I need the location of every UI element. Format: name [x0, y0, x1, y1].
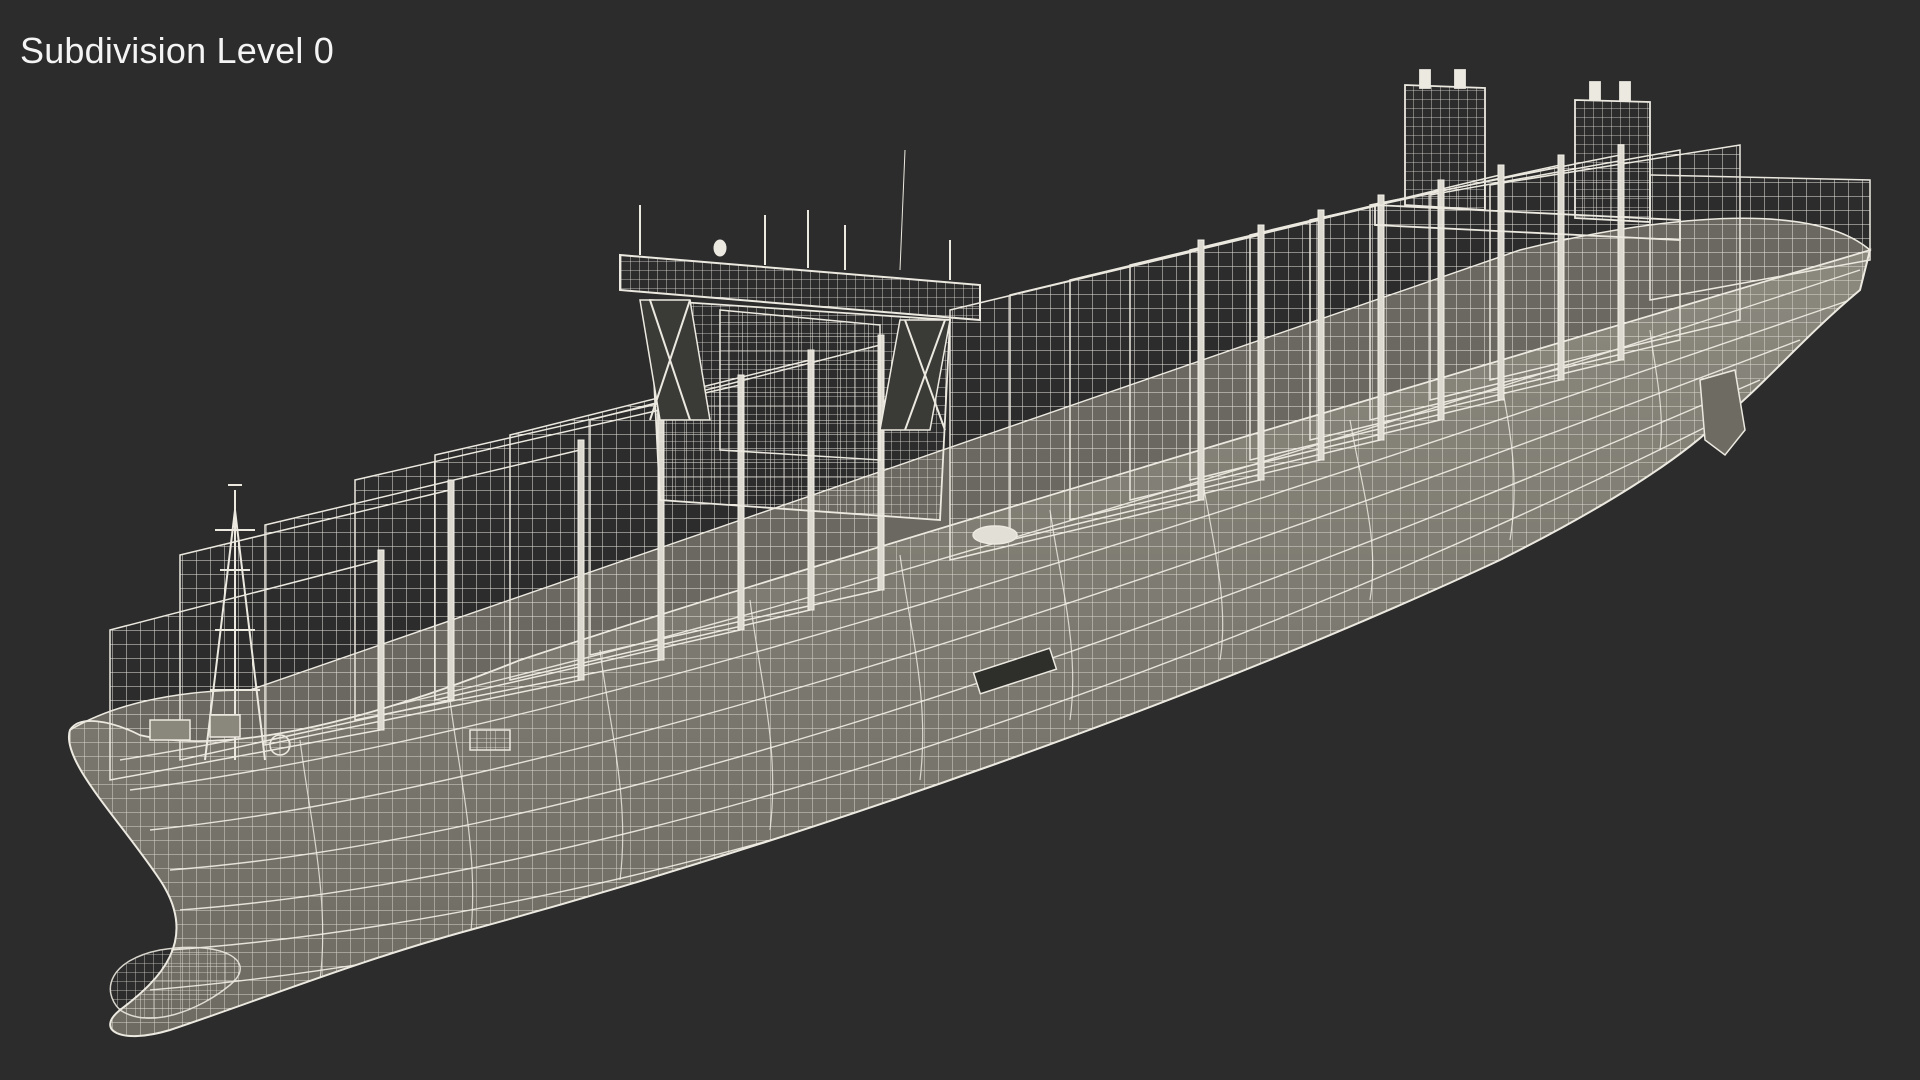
- subdivision-level-label: Subdivision Level 0: [20, 30, 335, 71]
- 3d-viewport[interactable]: Subdivision Level 0: [0, 0, 1920, 1080]
- funnels: [1374, 69, 1681, 241]
- container-ship-wireframe-render: [67, 69, 1872, 1038]
